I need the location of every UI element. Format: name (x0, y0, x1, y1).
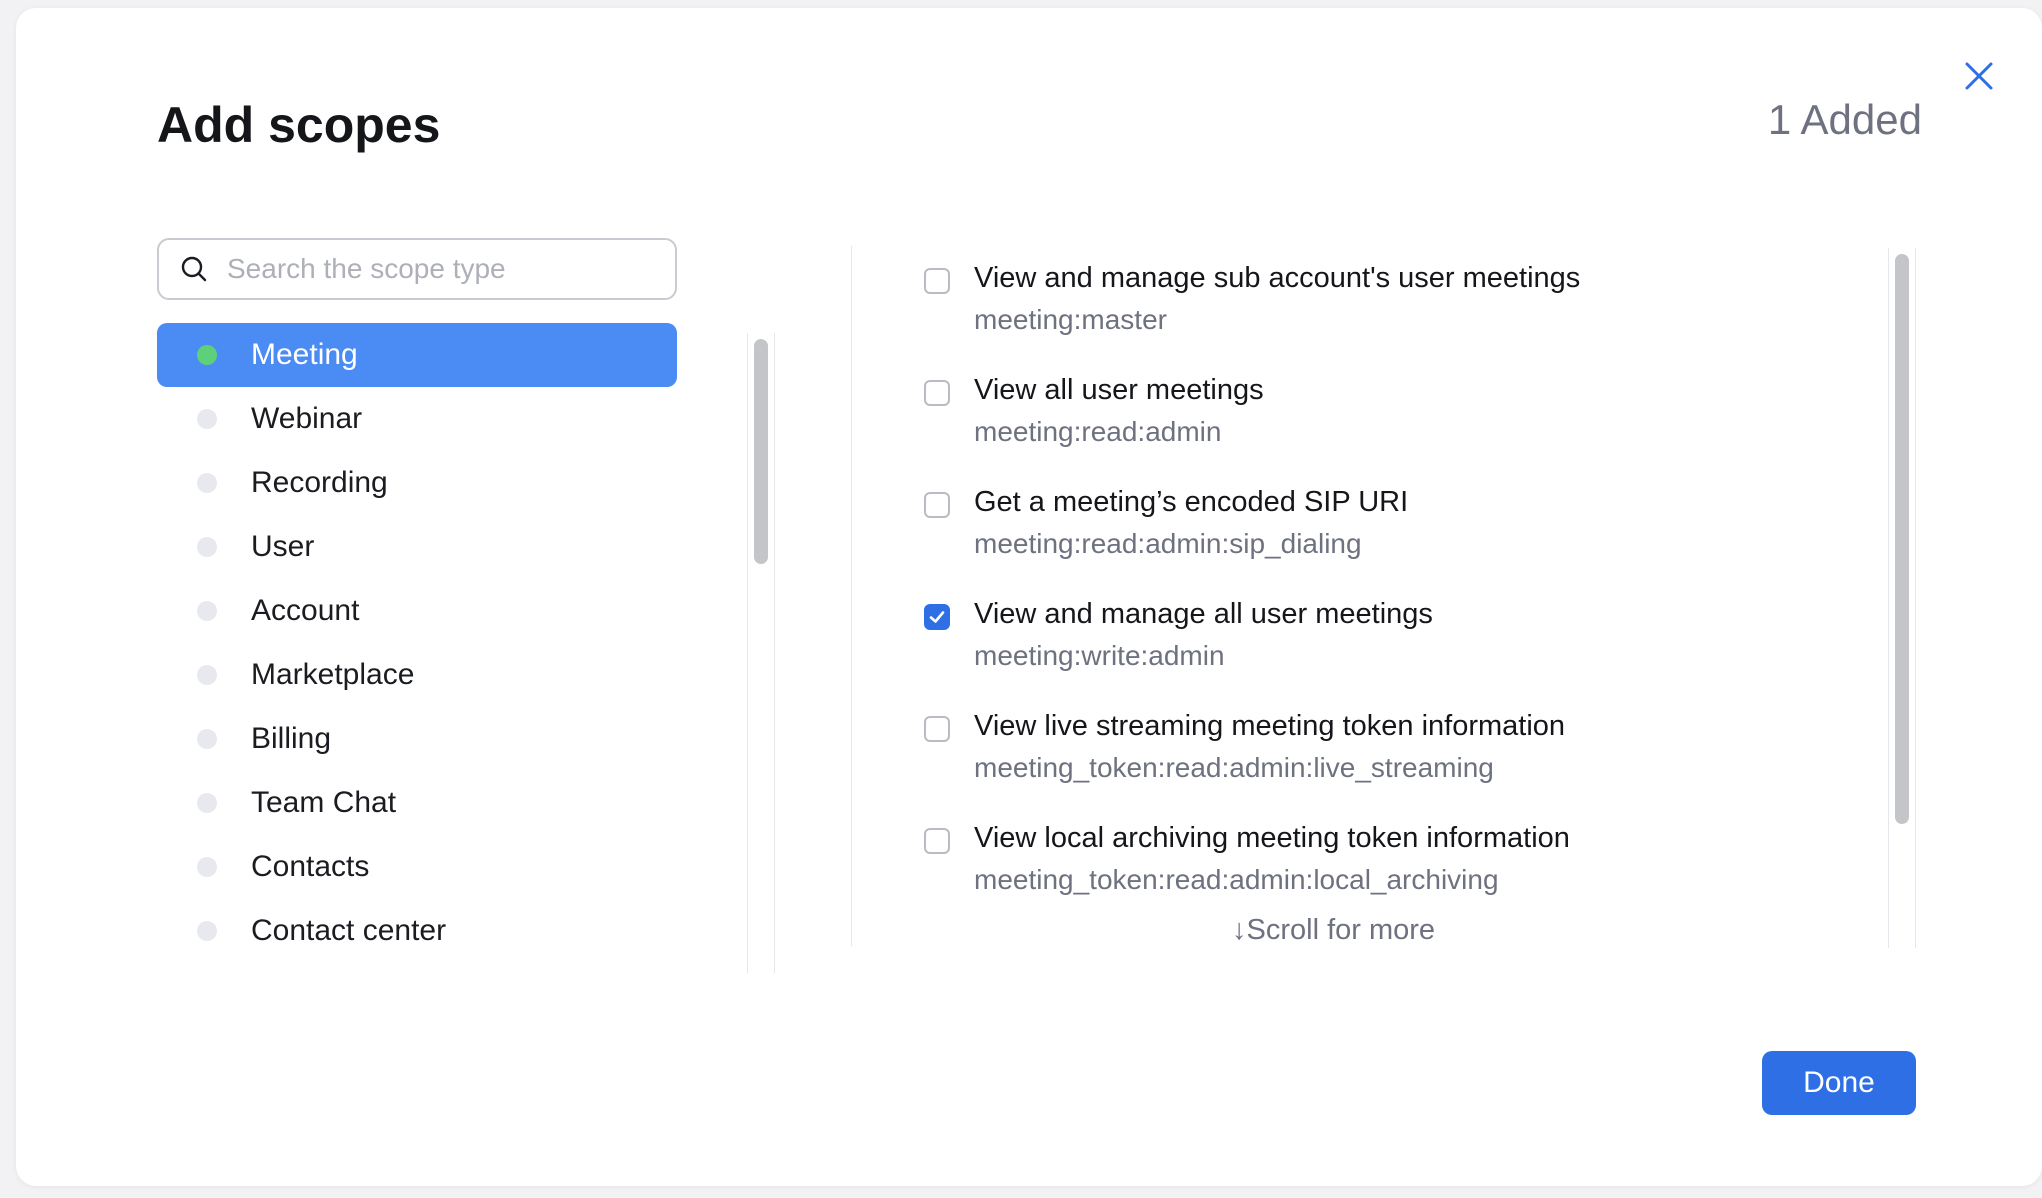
scope-title: View all user meetings (974, 374, 1264, 406)
scope-code: meeting:master (974, 304, 1167, 335)
status-dot (197, 537, 217, 557)
category-label: Team Chat (251, 786, 397, 819)
category-item-meeting[interactable]: Meeting (157, 323, 677, 387)
scope-item[interactable]: View local archiving meeting token infor… (924, 808, 1884, 920)
category-label: Recording (251, 466, 388, 499)
category-item-marketplace[interactable]: Marketplace (157, 643, 677, 707)
scope-item[interactable]: View and manage all user meetings meetin… (924, 584, 1884, 696)
close-icon (1965, 62, 1993, 90)
category-label: Contacts (251, 850, 370, 883)
scope-title: View and manage sub account's user meeti… (974, 262, 1581, 294)
category-label: Account (251, 594, 360, 627)
scope-scrollbar-thumb[interactable] (1895, 254, 1909, 824)
add-scopes-dialog: Add scopes 1 Added Meeting Webinar Recor… (16, 8, 2042, 1186)
dialog-title: Add scopes (157, 97, 441, 153)
category-scrollbar[interactable] (747, 333, 775, 973)
status-dot (197, 345, 217, 365)
scope-title: Get a meeting’s encoded SIP URI (974, 486, 1409, 518)
scope-checkbox[interactable] (924, 716, 950, 742)
scope-code: meeting:read:admin:sip_dialing (974, 528, 1362, 559)
scope-list: View and manage sub account's user meeti… (924, 248, 1884, 920)
category-item-webinar[interactable]: Webinar (157, 387, 677, 451)
scope-checkbox[interactable] (924, 380, 950, 406)
category-item-billing[interactable]: Billing (157, 707, 677, 771)
category-scrollbar-thumb[interactable] (754, 339, 768, 564)
search-input[interactable] (225, 252, 649, 286)
scope-category-list: Meeting Webinar Recording User Account M… (157, 323, 677, 963)
panel-divider (851, 246, 852, 946)
scope-title: View and manage all user meetings (974, 598, 1433, 630)
done-button[interactable]: Done (1762, 1051, 1916, 1115)
status-dot (197, 921, 217, 941)
scroll-for-more-hint[interactable]: ↓Scroll for more (1232, 914, 1435, 947)
search-icon (181, 256, 207, 282)
category-item-contacts[interactable]: Contacts (157, 835, 677, 899)
status-dot (197, 857, 217, 877)
status-dot (197, 665, 217, 685)
category-item-contact-center[interactable]: Contact center (157, 899, 677, 963)
status-dot (197, 793, 217, 813)
scope-title: View live streaming meeting token inform… (974, 710, 1566, 742)
scope-code: meeting_token:read:admin:local_archiving (974, 864, 1499, 895)
scope-item[interactable]: View live streaming meeting token inform… (924, 696, 1884, 808)
category-item-team-chat[interactable]: Team Chat (157, 771, 677, 835)
scope-item[interactable]: View all user meetings meeting:read:admi… (924, 360, 1884, 472)
scope-code: meeting:read:admin (974, 416, 1222, 447)
scope-title: View local archiving meeting token infor… (974, 822, 1570, 854)
category-label: User (251, 530, 315, 563)
close-button[interactable] (1961, 58, 1997, 94)
category-label: Billing (251, 722, 332, 755)
scope-search-box[interactable] (157, 238, 677, 300)
scope-checkbox[interactable] (924, 604, 950, 630)
category-label: Marketplace (251, 658, 415, 691)
scope-checkbox[interactable] (924, 268, 950, 294)
category-item-account[interactable]: Account (157, 579, 677, 643)
category-label: Meeting (251, 338, 358, 371)
added-count: 1 Added (1767, 96, 1922, 143)
status-dot (197, 729, 217, 749)
scope-item[interactable]: View and manage sub account's user meeti… (924, 248, 1884, 360)
status-dot (197, 473, 217, 493)
scope-code: meeting_token:read:admin:live_streaming (974, 752, 1494, 783)
category-item-recording[interactable]: Recording (157, 451, 677, 515)
scope-code: meeting:write:admin (974, 640, 1225, 671)
checkmark-icon (929, 611, 945, 623)
category-label: Contact center (251, 914, 447, 947)
status-dot (197, 409, 217, 429)
category-label: Webinar (251, 402, 363, 435)
scope-scrollbar[interactable] (1888, 248, 1916, 948)
scope-item[interactable]: Get a meeting’s encoded SIP URI meeting:… (924, 472, 1884, 584)
status-dot (197, 601, 217, 621)
scope-checkbox[interactable] (924, 492, 950, 518)
scope-checkbox[interactable] (924, 828, 950, 854)
category-item-user[interactable]: User (157, 515, 677, 579)
